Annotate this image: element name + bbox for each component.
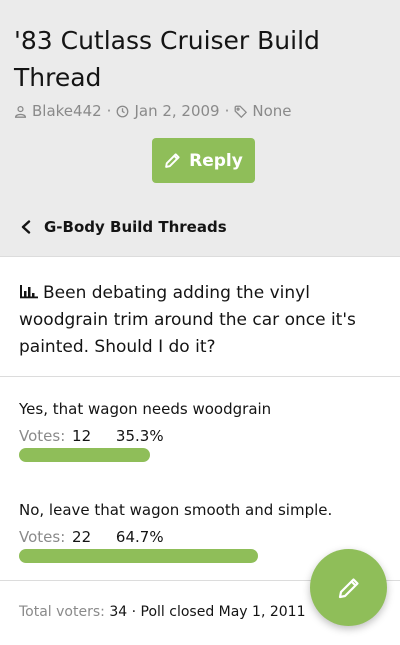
thread-tags: None [252, 102, 292, 120]
reply-label: Reply [189, 150, 243, 171]
pencil-icon [164, 152, 189, 169]
thread-meta: Blake442 · Jan 2, 2009 · None [14, 102, 292, 120]
votes-count: 22 [72, 528, 92, 546]
poll-question: Been debating adding the vinyl woodgrain… [19, 280, 384, 361]
votes-label: Votes: [19, 427, 66, 445]
footer-separator: · [131, 604, 141, 620]
thread-title: '83 Cutlass Cruiser Build Thread [14, 26, 320, 92]
votes-label: Votes: [19, 528, 66, 546]
votes-percent: 35.3% [115, 427, 164, 445]
poll-option-votes: Votes: 12 35.3% [19, 426, 389, 446]
breadcrumb-label: G-Body Build Threads [44, 218, 227, 236]
clock-icon [116, 105, 129, 118]
votes-percent: 64.7% [115, 528, 164, 546]
bar-chart-icon [19, 281, 39, 299]
user-icon [14, 105, 27, 118]
tag-icon [234, 105, 248, 118]
poll-option-votes: Votes: 22 64.7% [19, 527, 389, 547]
meta-separator: · [106, 102, 112, 120]
breadcrumb[interactable]: G-Body Build Threads [20, 218, 227, 236]
reply-button[interactable]: Reply [152, 138, 255, 183]
poll-question-text: Been debating adding the vinyl woodgrain… [19, 283, 356, 357]
poll-bar-fill [19, 549, 259, 563]
thread-author[interactable]: Blake442 [32, 102, 102, 120]
divider [0, 376, 400, 377]
total-voters-count: 34 [109, 604, 128, 620]
poll-option-1: Yes, that wagon needs woodgrain Votes: 1… [19, 399, 389, 462]
poll-footer: Total voters: 34 · Poll closed May 1, 20… [19, 604, 305, 620]
new-post-fab[interactable] [310, 549, 387, 626]
poll-closed-text: Poll closed May 1, 2011 [140, 604, 306, 620]
total-voters-label: Total voters: [19, 604, 105, 620]
meta-separator: · [224, 102, 230, 120]
poll-bar-track [19, 448, 389, 462]
votes-count: 12 [72, 427, 92, 445]
poll-option-label: Yes, that wagon needs woodgrain [19, 400, 272, 418]
poll-option-label: No, leave that wagon smooth and simple. [19, 501, 333, 519]
chevron-left-icon [20, 220, 44, 234]
poll-bar-fill [19, 448, 150, 462]
thread-date[interactable]: Jan 2, 2009 [134, 102, 219, 120]
thread-header: '83 Cutlass Cruiser Build Thread Blake44… [0, 0, 400, 257]
pencil-icon [337, 576, 361, 600]
